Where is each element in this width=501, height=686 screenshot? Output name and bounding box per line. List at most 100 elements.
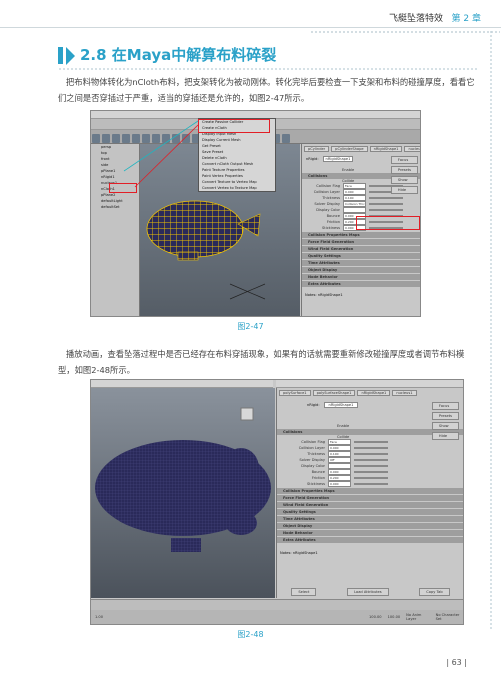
- page-number: | 63 |: [446, 658, 467, 667]
- attr-tab[interactable]: nRigidShape1: [357, 390, 391, 396]
- section-marker-bar: [58, 47, 63, 64]
- attr-tab[interactable]: nucleus1: [404, 146, 420, 152]
- bottom-button[interactable]: Copy Tab: [419, 588, 450, 596]
- paragraph-2: 播放动画，查看坠落过程中是否已经存在布料穿插现象，如果有的话就需要重新修改碰撞厚…: [58, 349, 465, 375]
- figure-2-47-screenshot: FileEditModifyCreateDisplayWindowAssetsS…: [90, 110, 421, 317]
- collision-row-label: Collision Flag: [316, 184, 340, 188]
- range-slider[interactable]: 1.00 100.00 100.00 No Anim Layer No Char…: [91, 610, 463, 624]
- figure-caption-1: 图2-47: [237, 322, 264, 331]
- attr-section[interactable]: Object Display: [302, 267, 420, 273]
- attr-button[interactable]: Show: [390, 176, 418, 184]
- collision-row-slider[interactable]: [354, 465, 388, 467]
- collision-row-slider[interactable]: [354, 477, 388, 479]
- paragraph-1: 把布料物体转化为nCloth布料，把支架转化为被动刚体。转化完毕后要检查一下支架…: [58, 77, 475, 103]
- attr-tab[interactable]: nRigidShape1: [369, 146, 403, 152]
- attr-button[interactable]: Presets: [390, 166, 418, 174]
- range-end[interactable]: 100.00: [369, 615, 382, 619]
- figure-caption-2: 图2-48: [237, 630, 264, 639]
- attr-section[interactable]: Force Field Generation: [302, 239, 420, 245]
- collision-row: Stickiness 0.000: [287, 481, 463, 487]
- collision-row-label: Stickiness: [307, 482, 325, 486]
- attr-menubar: ListSelectedFocusAttributesShowHelp: [276, 380, 463, 396]
- attr-section[interactable]: Node Behavior: [277, 530, 463, 536]
- header-rule: [0, 27, 501, 28]
- attr-section[interactable]: Wind Field Generation: [302, 246, 420, 252]
- attribute-editor: pCylinder pCylinderShape nRigidShape1 nucle…: [301, 144, 420, 316]
- bottom-button[interactable]: Select: [291, 588, 317, 596]
- collision-row-field[interactable]: 0.000: [328, 481, 351, 487]
- collision-row-slider[interactable]: [369, 209, 403, 211]
- attr-tab[interactable]: polySurfaceShape1: [312, 390, 356, 396]
- attr-button[interactable]: Presets: [431, 412, 459, 420]
- attr-field-label: nRigid:: [306, 157, 319, 161]
- attr-section[interactable]: Collision Properties Maps: [302, 232, 420, 238]
- running-header-title: 飞艇坠落特效: [388, 14, 443, 24]
- figure-2-48-screenshot: ViewShadingLightingShowRendererPanels Li…: [90, 379, 464, 625]
- collision-row-label: Bounce: [311, 470, 325, 474]
- collision-row-slider[interactable]: [369, 197, 403, 199]
- attr-section[interactable]: Quality Settings: [302, 253, 420, 259]
- collision-row-label: Collision Flag: [301, 440, 325, 444]
- collision-row-label: Thickness: [322, 196, 340, 200]
- attr-button[interactable]: Hide: [431, 432, 459, 440]
- airship-mesh-render: [95, 407, 271, 552]
- attr-name-field[interactable]: nRigidShape1: [323, 402, 359, 408]
- collision-row-slider[interactable]: [354, 447, 388, 449]
- collision-row-label: Solver Display: [299, 458, 325, 462]
- collision-row-label: Collision Layer: [313, 190, 340, 194]
- attr-field-label: nRigid:: [307, 403, 320, 407]
- collision-row-label: Friction: [311, 476, 325, 480]
- attr-tab[interactable]: pCylinder: [304, 146, 330, 152]
- collision-row-label: Thickness: [307, 452, 325, 456]
- attr-section[interactable]: Object Display: [277, 523, 463, 529]
- attribute-editor: polySurface1 polySurfaceShape1 nRigidShape…: [276, 388, 463, 598]
- section-arrow-icon: [66, 47, 75, 65]
- attr-section[interactable]: Collision Properties Maps: [277, 488, 463, 494]
- attr-section[interactable]: Quality Settings: [277, 509, 463, 515]
- collision-row-label: Solver Display: [314, 202, 340, 206]
- collision-row-slider[interactable]: [354, 441, 388, 443]
- collision-row-slider[interactable]: [354, 471, 388, 473]
- attr-section[interactable]: Time Attributes: [302, 260, 420, 266]
- attr-section[interactable]: Wind Field Generation: [277, 502, 463, 508]
- notes-label: Notes: nRigidShape1: [305, 293, 343, 297]
- attr-button[interactable]: Hide: [390, 186, 418, 194]
- attr-section[interactable]: Extra Attributes: [277, 537, 463, 543]
- attr-tab[interactable]: polySurface1: [279, 390, 311, 396]
- frame-current[interactable]: 100.00: [388, 615, 401, 619]
- attr-button[interactable]: Focus: [431, 402, 459, 410]
- collision-row-slider[interactable]: [354, 459, 388, 461]
- collision-row-label: Bounce: [326, 214, 340, 218]
- collision-row-slider[interactable]: [354, 453, 388, 455]
- attr-section[interactable]: Extra Attributes: [302, 281, 420, 287]
- running-header-chapter: 第 2 章: [451, 14, 481, 24]
- anim-layer[interactable]: No Anim Layer: [406, 613, 429, 621]
- attr-section[interactable]: Node Behavior: [302, 274, 420, 280]
- attr-tab[interactable]: pCylinderShape: [331, 146, 368, 152]
- viewport-menubar: ViewShadingLightingShowRendererPanels: [91, 380, 273, 396]
- header-dot-pattern: [310, 30, 500, 34]
- collision-row-slider[interactable]: [369, 203, 403, 205]
- attr-name-field[interactable]: nRigidShape1: [322, 156, 354, 162]
- collision-row-label: Display Color: [316, 208, 340, 212]
- highlight-box-thickness: [356, 216, 420, 230]
- viewport-3d[interactable]: [91, 388, 275, 598]
- collision-row-label: Collision Layer: [298, 446, 325, 450]
- notes-label: Notes: nRigidShape1: [280, 551, 318, 555]
- attr-section[interactable]: Time Attributes: [277, 516, 463, 522]
- attr-button[interactable]: Focus: [390, 156, 418, 164]
- attr-button[interactable]: Show: [431, 422, 459, 430]
- collision-row-label: Stickiness: [322, 226, 340, 230]
- section-dot-rule: [58, 67, 478, 71]
- char-set[interactable]: No Character Set: [436, 613, 463, 621]
- range-start[interactable]: 1.00: [95, 615, 103, 619]
- collision-row-slider[interactable]: [354, 483, 388, 485]
- collision-row-label: Friction: [326, 220, 340, 224]
- attr-tab[interactable]: nucleus1: [392, 390, 417, 396]
- attr-section[interactable]: Force Field Generation: [277, 495, 463, 501]
- section-title: 2.8 在Maya中解算布料碎裂: [80, 46, 277, 64]
- bottom-button[interactable]: Load Attributes: [347, 588, 389, 596]
- page-number-value: 63: [451, 658, 462, 667]
- time-slider[interactable]: 7072747678808284868890929496981001021041…: [91, 599, 463, 616]
- collision-row-label: Display Color: [301, 464, 325, 468]
